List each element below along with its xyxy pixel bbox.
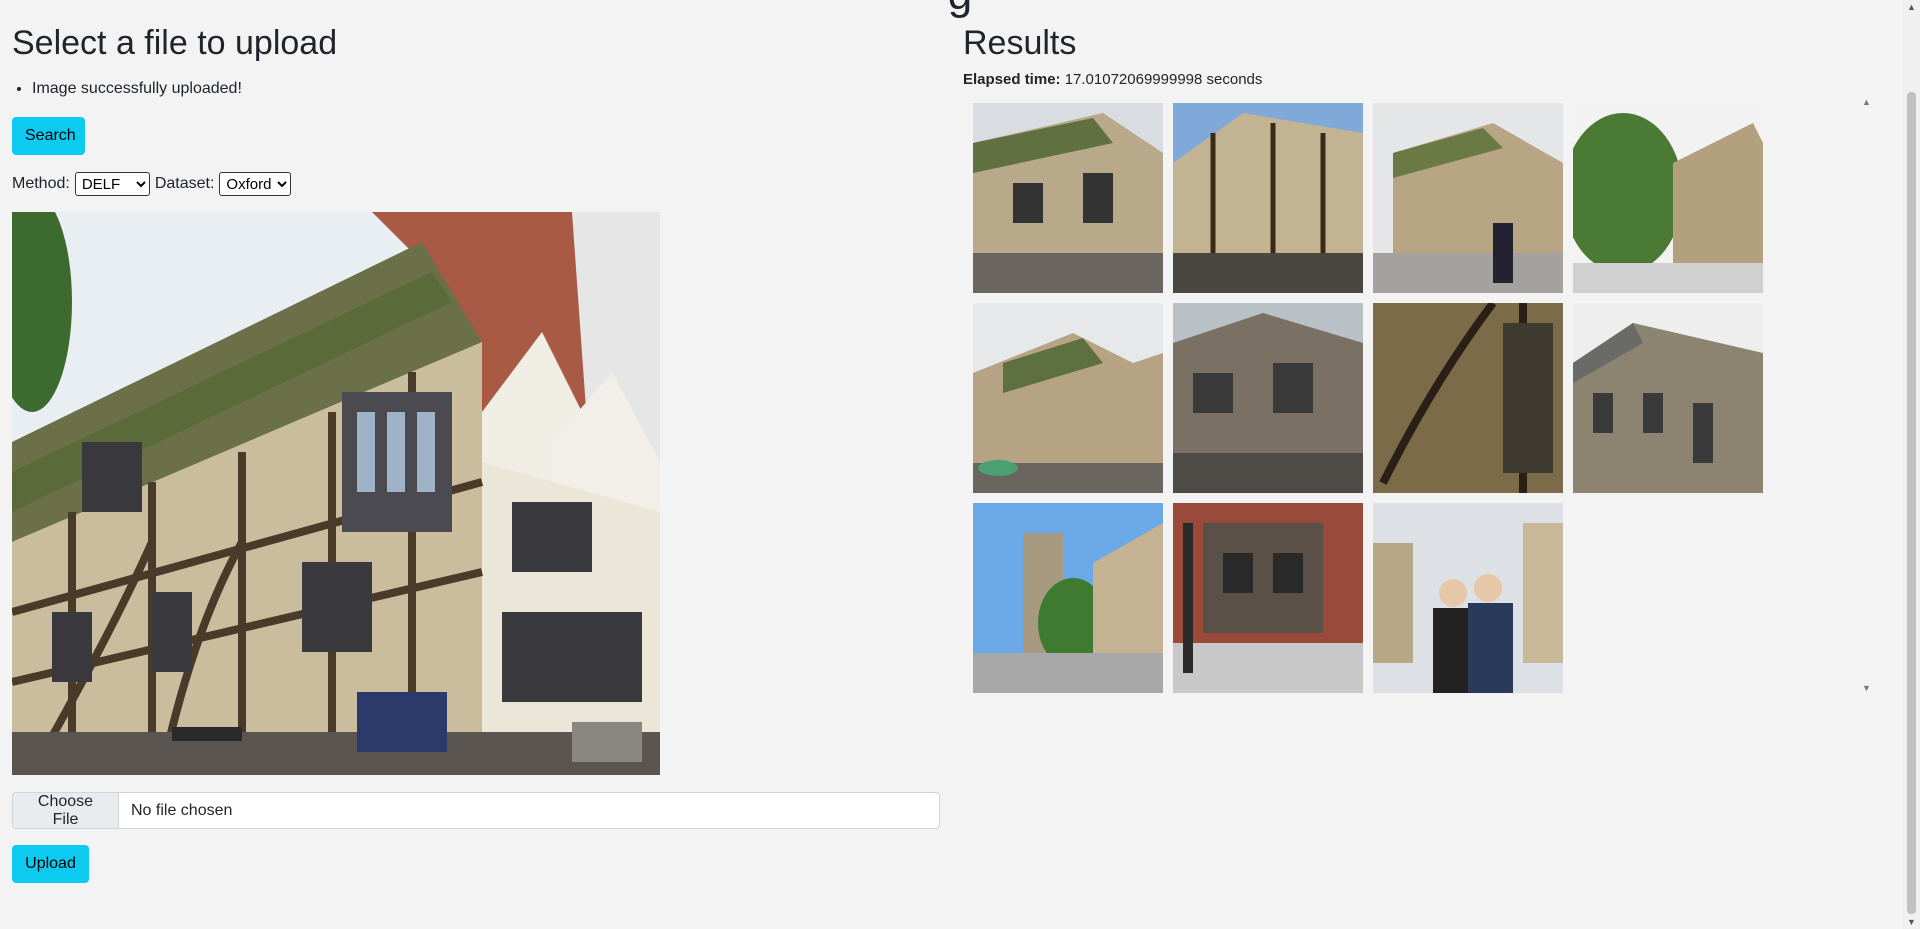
results-grid: [973, 103, 1763, 693]
dataset-label: Dataset:: [154, 175, 215, 192]
result-thumbnail[interactable]: [1373, 303, 1563, 493]
query-image: [12, 212, 660, 775]
search-options: Method: DELF Dataset: Oxford: [12, 172, 292, 196]
result-thumbnail[interactable]: [1373, 103, 1563, 293]
result-thumbnail[interactable]: [973, 103, 1163, 293]
page-scrollbar[interactable]: ▲ ▼: [1903, 0, 1920, 929]
flash-message: Image successfully uploaded!: [32, 77, 242, 101]
result-thumbnail[interactable]: [973, 303, 1163, 493]
dataset-select[interactable]: Oxford: [219, 172, 292, 196]
elapsed-label: Elapsed time:: [963, 71, 1061, 88]
elapsed-value: 17.01072069999998 seconds: [1064, 71, 1263, 88]
result-thumbnail[interactable]: [1173, 103, 1363, 293]
upload-button[interactable]: Upload: [12, 845, 89, 883]
result-thumbnail[interactable]: [1173, 303, 1363, 493]
page-scroll-down-icon[interactable]: ▼: [1907, 917, 1916, 927]
results-scroll-area[interactable]: ▲ ▼: [963, 95, 1873, 695]
result-thumbnail[interactable]: [973, 503, 1163, 693]
method-label: Method:: [12, 175, 70, 192]
page-heading-fragment: g: [0, 0, 1920, 20]
results-scrollbar[interactable]: ▲ ▼: [1859, 95, 1873, 695]
search-button[interactable]: Search: [12, 117, 85, 155]
file-input[interactable]: Choose File No file chosen: [12, 792, 940, 829]
upload-title: Select a file to upload: [12, 24, 338, 62]
scroll-up-icon[interactable]: ▲: [1862, 97, 1871, 107]
method-select[interactable]: DELF: [74, 172, 150, 196]
page-scroll-up-icon[interactable]: ▲: [1907, 2, 1916, 12]
result-thumbnail[interactable]: [1173, 503, 1363, 693]
flash-messages: Image successfully uploaded!: [12, 77, 242, 101]
results-title: Results: [963, 24, 1077, 62]
result-thumbnail[interactable]: [1573, 103, 1763, 293]
elapsed-time: Elapsed time: 17.01072069999998 seconds: [963, 71, 1262, 88]
result-thumbnail[interactable]: [1573, 303, 1763, 493]
page-scroll-thumb[interactable]: [1907, 92, 1916, 914]
choose-file-button[interactable]: Choose File: [13, 793, 119, 828]
file-status: No file chosen: [131, 802, 233, 819]
scroll-down-icon[interactable]: ▼: [1862, 683, 1871, 693]
result-thumbnail[interactable]: [1373, 503, 1563, 693]
